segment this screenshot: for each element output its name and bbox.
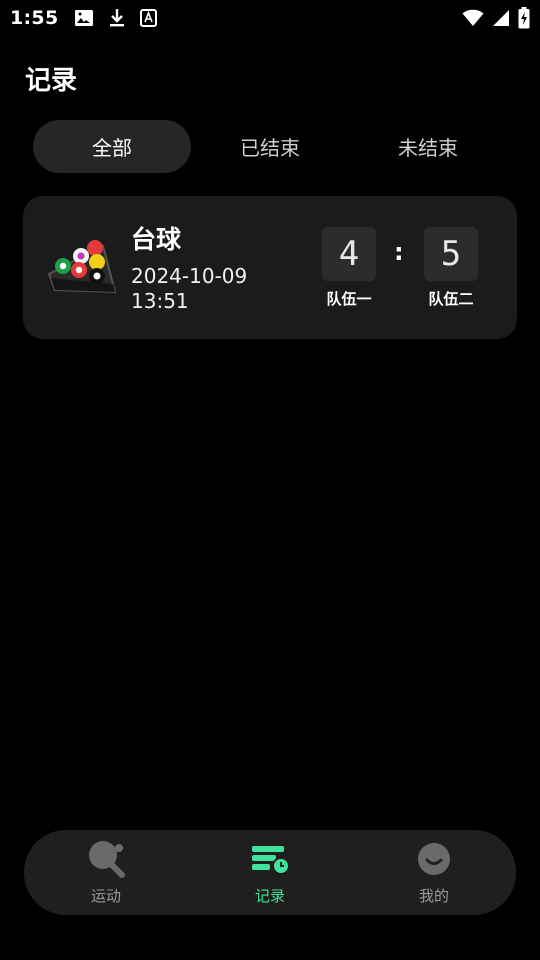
filter-tabs: 全部 已结束 未结束: [33, 120, 507, 173]
team-a-score: 4: [322, 227, 376, 281]
nav-item-sports[interactable]: 运动: [24, 830, 188, 915]
profile-smile-icon: [414, 839, 454, 879]
team-b-score: 5: [424, 227, 478, 281]
bottom-nav: 运动 记录 我的: [24, 830, 516, 915]
status-bar: 1:55: [0, 0, 540, 36]
nav-label-profile: 我的: [418, 887, 449, 905]
status-system: [462, 7, 530, 29]
team-a-label: 队伍一: [326, 290, 372, 308]
status-time: 1:55: [10, 7, 59, 29]
page-title: 记录: [25, 66, 78, 96]
tab-all[interactable]: 全部: [33, 120, 191, 173]
sport-name: 台球: [131, 225, 182, 254]
tab-finished[interactable]: 已结束: [191, 120, 349, 173]
wifi-icon: [462, 9, 484, 27]
nav-item-profile[interactable]: 我的: [352, 830, 516, 915]
font-a-icon: [140, 9, 158, 27]
ping-pong-icon: [86, 839, 126, 879]
nav-item-records[interactable]: 记录: [188, 830, 352, 915]
team-b-label: 队伍二: [428, 290, 474, 308]
score-separator: :: [394, 238, 404, 266]
nav-label-records: 记录: [254, 887, 285, 905]
record-card[interactable]: 台球 2024-10-09 13:51 4 : 5 队伍一 队伍二: [23, 196, 517, 339]
billiards-icon: [45, 232, 117, 300]
record-date: 2024-10-09: [131, 264, 248, 288]
records-icon: [250, 839, 290, 879]
download-icon: [108, 8, 126, 28]
nav-label-sports: 运动: [90, 887, 121, 905]
tab-unfinished[interactable]: 未结束: [349, 120, 507, 173]
signal-icon: [492, 9, 510, 27]
image-icon: [74, 9, 94, 27]
battery-charging-icon: [518, 7, 530, 29]
record-time: 13:51: [131, 289, 189, 313]
record-datetime: 2024-10-09 13:51: [131, 264, 271, 314]
status-notifications: [74, 8, 158, 28]
